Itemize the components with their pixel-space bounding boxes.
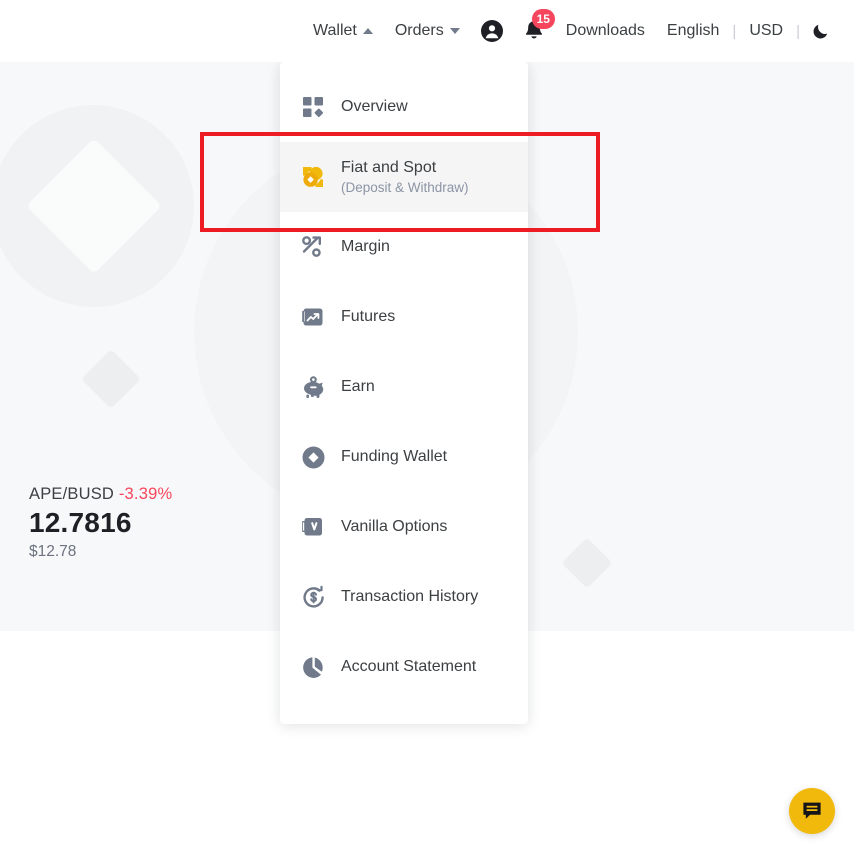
menu-item-funding-wallet[interactable]: Funding Wallet [280, 422, 528, 492]
menu-item-vanilla-options[interactable]: Vanilla Options [280, 492, 528, 562]
nav-orders-label: Orders [394, 22, 444, 39]
ticker-price: 12.7816 [29, 507, 132, 538]
menu-item-label: Funding Wallet [341, 448, 448, 466]
ticker-pair: APE/BUSD [29, 485, 115, 503]
diamond-circle-funding-icon [300, 444, 326, 470]
ticker-usd-value: $12.78 [29, 543, 77, 560]
menu-item-transaction-history[interactable]: Transaction History [280, 562, 528, 632]
user-account-icon [480, 20, 503, 42]
chat-support-button[interactable] [789, 788, 835, 834]
menu-item-transaction-history-text: Transaction History [341, 586, 478, 608]
grid-overview-icon [300, 94, 326, 120]
notifications-button[interactable]: 15 [513, 9, 555, 43]
menu-item-label: Earn [341, 378, 375, 396]
header-separator-1: | [732, 22, 737, 40]
menu-item-account-statement-text: Account Statement [341, 656, 476, 678]
nav-wallet[interactable]: Wallet [302, 22, 384, 40]
menu-item-account-statement[interactable]: Account Statement [280, 632, 528, 702]
coins-fiat-spot-icon [300, 164, 326, 190]
nav-language-label: English [666, 22, 720, 39]
top-navigation-bar: Wallet Orders 15 Downloads English | USD… [0, 0, 854, 62]
menu-item-earn-text: Earn [341, 376, 375, 398]
ticker-pair-row: APE/BUSD -3.39% [29, 485, 172, 504]
nav-currency-label: USD [749, 22, 784, 39]
page-root: APE/BUSD -3.39% 12.7816 $12.78 Wallet Or… [0, 0, 854, 851]
account-button[interactable] [471, 19, 513, 43]
nav-downloads[interactable]: Downloads [555, 22, 656, 40]
header-separator-2: | [796, 22, 800, 40]
theme-toggle-button[interactable] [802, 21, 840, 41]
nav-language[interactable]: English [656, 22, 730, 40]
caret-down-icon [449, 28, 460, 34]
vanilla-options-icon [300, 514, 326, 540]
caret-up-icon [362, 28, 373, 34]
menu-item-label: Futures [341, 308, 396, 326]
menu-item-sublabel: (Deposit & Withdraw) [341, 179, 469, 195]
menu-item-label: Transaction History [341, 588, 479, 606]
nav-wallet-label: Wallet [313, 22, 357, 39]
menu-item-fiat-and-spot[interactable]: Fiat and Spot (Deposit & Withdraw) [280, 142, 528, 212]
nav-currency[interactable]: USD [738, 22, 794, 40]
nav-orders[interactable]: Orders [384, 22, 471, 40]
menu-item-futures-text: Futures [341, 306, 395, 328]
menu-item-vanilla-options-text: Vanilla Options [341, 516, 447, 538]
menu-item-earn[interactable]: Earn [280, 352, 528, 422]
menu-item-label: Margin [341, 238, 390, 256]
menu-item-label: Overview [341, 98, 408, 116]
moon-icon [813, 24, 828, 39]
piggy-bank-earn-icon [300, 374, 326, 400]
menu-item-funding-wallet-text: Funding Wallet [341, 446, 447, 468]
menu-item-label: Fiat and Spot [341, 159, 437, 177]
menu-item-overview-text: Overview [341, 96, 408, 118]
chat-bubble-icon [803, 802, 821, 819]
wallet-dropdown-menu: Overview Fiat and Spot (Deposit & Withdr… [280, 62, 528, 724]
notification-badge: 15 [531, 9, 555, 29]
futures-chart-icon [300, 304, 326, 330]
decorative-diamond-right [561, 537, 613, 589]
menu-item-margin-text: Margin [341, 236, 390, 258]
menu-item-futures[interactable]: Futures [280, 282, 528, 352]
pie-chart-statement-icon [300, 654, 326, 680]
nav-downloads-label: Downloads [565, 22, 645, 39]
decorative-diamond-small [81, 349, 141, 409]
menu-item-margin[interactable]: Margin [280, 212, 528, 282]
menu-item-label: Account Statement [341, 658, 477, 676]
price-ticker: APE/BUSD -3.39% 12.7816 $12.78 [29, 485, 172, 561]
ticker-change: -3.39% [118, 485, 173, 503]
menu-item-label: Vanilla Options [341, 518, 448, 536]
dollar-clock-history-icon [300, 584, 326, 610]
menu-item-fiat-and-spot-text: Fiat and Spot (Deposit & Withdraw) [341, 157, 469, 197]
menu-item-overview[interactable]: Overview [280, 72, 528, 142]
percent-arrow-margin-icon [300, 234, 326, 260]
